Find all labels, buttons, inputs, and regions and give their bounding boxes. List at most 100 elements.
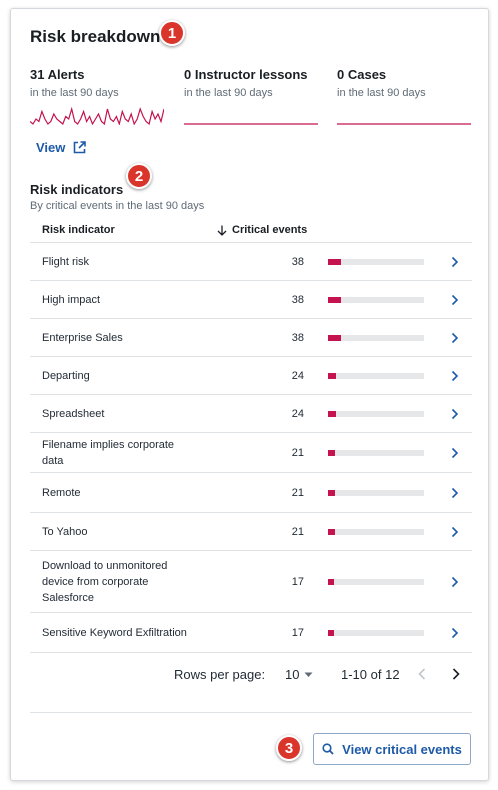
risk-indicator-name: Flight risk	[42, 255, 90, 268]
risk-indicator-name: Enterprise Sales	[42, 331, 123, 344]
column-header-indicator[interactable]: Risk indicator	[42, 224, 115, 236]
critical-events-bar	[328, 629, 424, 636]
critical-events-count: 38	[291, 331, 304, 344]
critical-events-bar-fill	[328, 489, 336, 496]
chevron-right-icon[interactable]	[450, 627, 460, 639]
chevron-right-icon[interactable]	[450, 408, 460, 420]
critical-events-count: 21	[291, 486, 304, 499]
instructor-lessons-sparkline	[184, 123, 318, 125]
critical-events-count: 24	[291, 369, 304, 382]
chevron-right-icon[interactable]	[450, 487, 460, 499]
view-critical-events-button[interactable]: View critical events	[313, 733, 471, 765]
table-row[interactable]: Spreadsheet 24	[30, 395, 472, 433]
critical-events-bar-fill	[328, 528, 336, 535]
footer-divider	[30, 712, 472, 713]
view-critical-events-label: View critical events	[342, 741, 462, 757]
table-row[interactable]: Filename implies corporate data 21	[30, 433, 472, 473]
critical-events-bar-fill	[328, 578, 334, 585]
chevron-right-icon[interactable]	[450, 526, 460, 538]
critical-events-bar-fill	[328, 372, 337, 379]
risk-indicators-table: Risk indicator Critical events Flight ri…	[30, 216, 472, 653]
chevron-right-icon[interactable]	[450, 370, 460, 382]
critical-events-count: 21	[291, 446, 304, 459]
critical-events-bar-fill	[328, 334, 342, 341]
callout-marker-3: 3	[276, 735, 302, 761]
critical-events-count: 21	[291, 525, 304, 538]
chevron-left-icon	[418, 668, 426, 680]
sort-descending-icon	[217, 225, 227, 236]
risk-indicator-name: Sensitive Keyword Exfiltration	[42, 626, 187, 639]
caret-down-icon	[304, 672, 313, 677]
column-header-critical-events[interactable]: Critical events	[217, 224, 307, 236]
chevron-right-icon[interactable]	[450, 576, 460, 588]
risk-indicator-name: Spreadsheet	[42, 407, 105, 420]
risk-indicator-name: To Yahoo	[42, 525, 88, 538]
alerts-sparkline	[30, 107, 164, 125]
pagination-range: 1-10 of 12	[341, 667, 400, 682]
chevron-right-icon[interactable]	[450, 447, 460, 459]
risk-indicator-name: Download to unmonitored device from corp…	[42, 559, 168, 604]
critical-events-bar-fill	[328, 258, 342, 265]
critical-events-bar	[328, 372, 424, 379]
cases-period: in the last 90 days	[337, 87, 426, 99]
risk-indicator-name: Filename implies corporate data	[42, 438, 175, 467]
critical-events-bar-fill	[328, 296, 342, 303]
view-alerts-link[interactable]: View	[36, 140, 87, 155]
risk-indicators-title: Risk indicators	[30, 182, 124, 197]
risk-indicators-subtitle: By critical events in the last 90 days	[30, 200, 205, 212]
table-row[interactable]: Remote 21	[30, 473, 472, 513]
external-link-icon	[74, 141, 87, 154]
critical-events-bar	[328, 410, 424, 417]
critical-events-bar	[328, 449, 424, 456]
alerts-period: in the last 90 days	[30, 87, 119, 99]
rows-per-page-select[interactable]: 10	[285, 667, 313, 682]
critical-events-bar	[328, 296, 424, 303]
table-row[interactable]: Departing 24	[30, 357, 472, 395]
instructor-lessons-stat: 0 Instructor lessons in the last 90 days	[184, 67, 318, 99]
critical-events-bar-fill	[328, 629, 334, 636]
alerts-count: 31 Alerts	[30, 67, 85, 82]
critical-events-count: 24	[291, 407, 304, 420]
view-link-label: View	[36, 140, 66, 155]
chevron-right-icon[interactable]	[450, 256, 460, 268]
critical-events-count: 17	[291, 575, 304, 588]
sparkline-path	[30, 107, 164, 125]
table-header: Risk indicator Critical events	[30, 216, 472, 243]
critical-events-bar	[328, 528, 424, 535]
chevron-right-icon[interactable]	[450, 332, 460, 344]
search-icon	[322, 743, 334, 755]
cases-sparkline	[337, 123, 471, 125]
table-row[interactable]: High impact 38	[30, 281, 472, 319]
instructor-lessons-period: in the last 90 days	[184, 87, 273, 99]
table-row[interactable]: To Yahoo 21	[30, 513, 472, 551]
alerts-stat: 31 Alerts in the last 90 days	[30, 67, 164, 99]
table-row[interactable]: Enterprise Sales 38	[30, 319, 472, 357]
table-body: Flight risk 38 High impact 38 Enterprise Sal…	[30, 243, 472, 653]
risk-indicator-name: High impact	[42, 293, 101, 306]
table-row[interactable]: Flight risk 38	[30, 243, 472, 281]
previous-page-button[interactable]	[418, 668, 426, 683]
chevron-right-icon	[452, 668, 460, 680]
callout-marker-2: 2	[126, 163, 152, 189]
pagination: Rows per page: 10 1-10 of 12	[30, 659, 472, 699]
critical-events-count: 38	[291, 293, 304, 306]
next-page-button[interactable]	[452, 668, 460, 683]
critical-events-bar-fill	[328, 410, 337, 417]
instructor-lessons-count: 0 Instructor lessons	[184, 67, 308, 82]
table-row[interactable]: Download to unmonitored device from corp…	[30, 551, 472, 613]
risk-indicator-name: Remote	[42, 486, 81, 499]
critical-events-bar	[328, 489, 424, 496]
critical-events-count: 17	[291, 626, 304, 639]
critical-events-bar	[328, 578, 424, 585]
risk-breakdown-card: Risk breakdown 31 Alerts in the last 90 …	[10, 8, 489, 781]
risk-indicator-name: Departing	[42, 369, 90, 382]
critical-events-bar-fill	[328, 449, 336, 456]
chevron-right-icon[interactable]	[450, 294, 460, 306]
critical-events-bar	[328, 334, 424, 341]
cases-stat: 0 Cases in the last 90 days	[337, 67, 471, 99]
column-header-critical-events-label: Critical events	[232, 224, 308, 236]
rows-per-page-value: 10	[285, 667, 300, 682]
critical-events-count: 38	[291, 255, 304, 268]
table-row[interactable]: Sensitive Keyword Exfiltration 17	[30, 613, 472, 653]
critical-events-bar	[328, 258, 424, 265]
